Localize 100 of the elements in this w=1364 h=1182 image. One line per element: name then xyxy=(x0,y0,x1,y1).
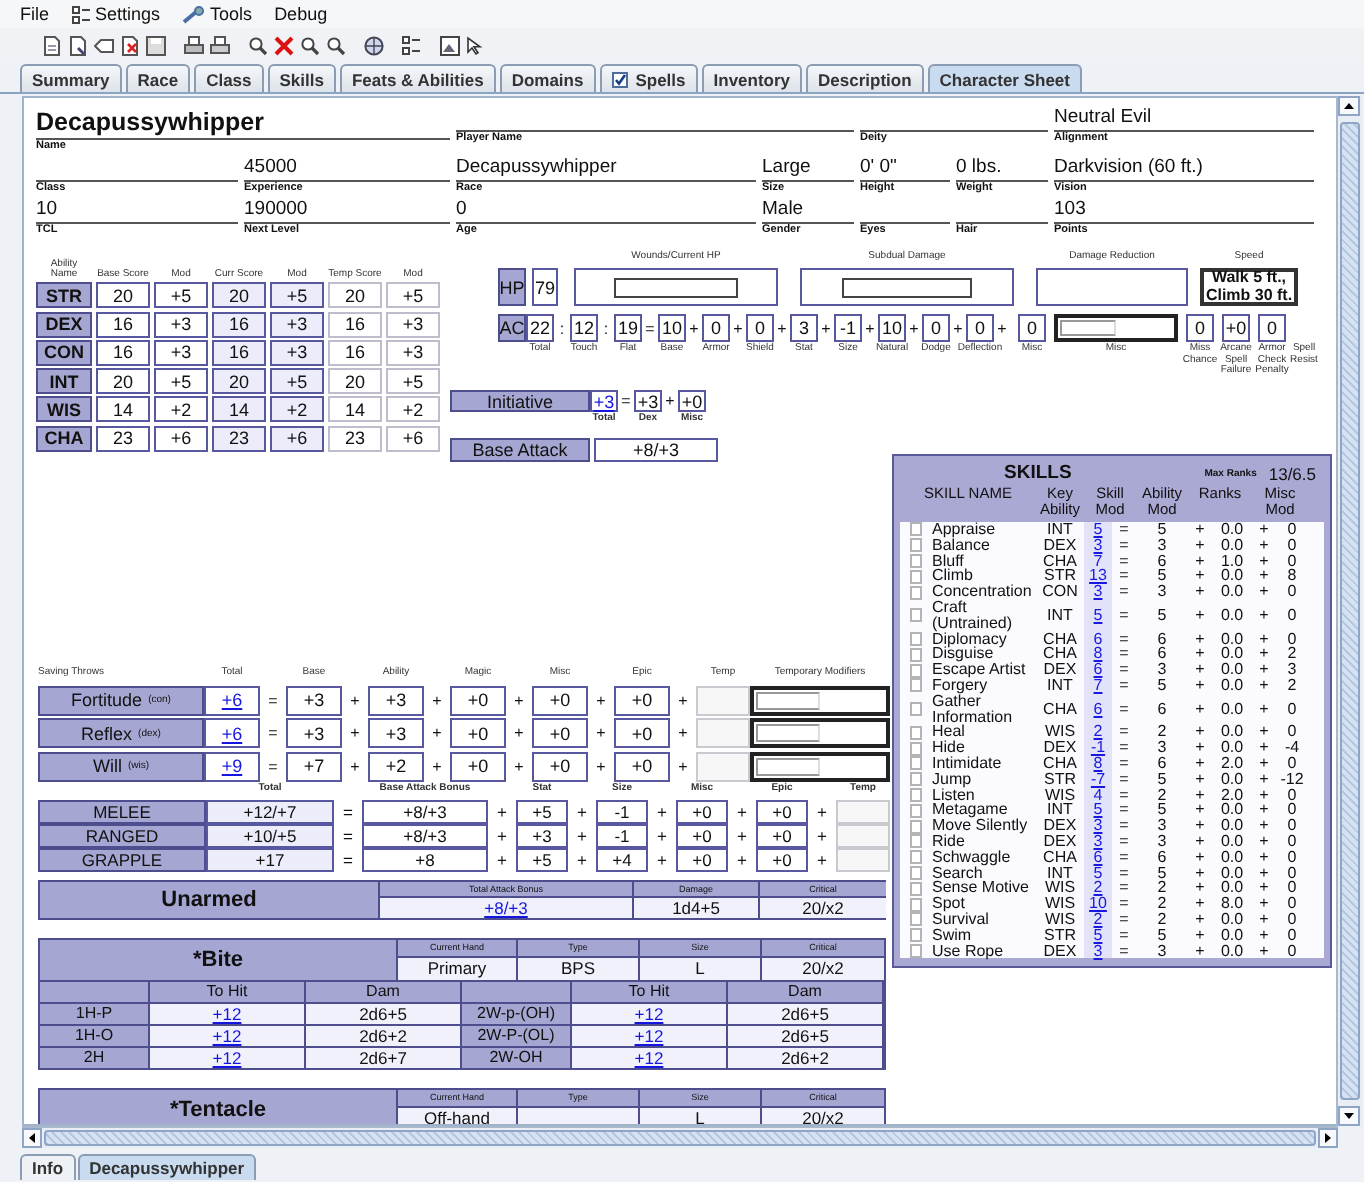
checkbox[interactable] xyxy=(910,881,922,896)
search-icon[interactable] xyxy=(248,35,268,55)
skill-mod-link[interactable]: 3 xyxy=(1084,584,1112,600)
to-hit-link[interactable]: +12 xyxy=(572,1003,726,1023)
skill-mod-link[interactable]: 8 xyxy=(1084,646,1112,663)
modifier-field[interactable] xyxy=(1054,314,1178,342)
document-icon[interactable] xyxy=(68,35,88,55)
checkbox[interactable] xyxy=(910,943,922,958)
temp-field[interactable] xyxy=(836,800,890,824)
tab[interactable]: Domains xyxy=(499,64,596,92)
checkbox[interactable] xyxy=(910,663,922,678)
scrollbar-thumb[interactable] xyxy=(44,1130,1316,1146)
skill-mod-link[interactable]: 2 xyxy=(1084,880,1112,897)
document-icon[interactable] xyxy=(42,35,62,55)
total-link[interactable]: +6 xyxy=(204,685,260,715)
checkbox[interactable] xyxy=(910,819,922,834)
printer-icon[interactable] xyxy=(210,35,230,55)
modifier-field[interactable] xyxy=(750,751,890,781)
checkbox[interactable] xyxy=(910,678,922,693)
skill-mod-link[interactable]: 3 xyxy=(1084,537,1112,554)
tab[interactable]: Character Sheet xyxy=(927,64,1082,92)
checkbox[interactable] xyxy=(910,850,922,865)
checkbox[interactable] xyxy=(910,725,922,740)
skill-mod-link[interactable]: 7 xyxy=(1084,553,1112,569)
skill-mod-link[interactable]: 3 xyxy=(1084,833,1112,850)
attack-bonus-link[interactable]: +8/+3 xyxy=(380,897,632,917)
total-link[interactable]: +6 xyxy=(204,718,260,748)
tab[interactable]: Summary xyxy=(20,64,122,92)
skill-mod-link[interactable]: 4 xyxy=(1084,787,1112,803)
temp-field[interactable] xyxy=(696,751,750,781)
tab[interactable]: Race xyxy=(125,64,191,92)
skill-mod-link[interactable]: -1 xyxy=(1084,740,1112,756)
to-hit-link[interactable]: +12 xyxy=(150,1047,304,1067)
checkbox[interactable] xyxy=(910,631,922,646)
close-icon[interactable] xyxy=(274,35,294,55)
skill-mod-link[interactable]: 5 xyxy=(1084,802,1112,819)
checkbox[interactable] xyxy=(910,834,922,849)
tab[interactable]: Decapussywhipper xyxy=(77,1154,257,1180)
search-icon[interactable] xyxy=(300,35,320,55)
checkbox[interactable] xyxy=(910,772,922,787)
tab[interactable]: Spells xyxy=(599,64,698,92)
pointer-icon[interactable] xyxy=(466,35,486,55)
tab[interactable]: Skills xyxy=(267,64,336,92)
checkbox[interactable] xyxy=(910,647,922,662)
tab[interactable]: Feats & Abilities xyxy=(339,64,496,92)
skill-mod-link[interactable]: 8 xyxy=(1084,755,1112,772)
tab[interactable]: Class xyxy=(194,64,264,92)
to-hit-link[interactable]: +12 xyxy=(572,1025,726,1045)
scroll-down-button[interactable] xyxy=(1338,1106,1360,1126)
menu-item[interactable]: Settings xyxy=(95,4,161,24)
to-hit-link[interactable]: +12 xyxy=(150,1003,304,1023)
checkbox[interactable] xyxy=(910,865,922,880)
to-hit-link[interactable]: +12 xyxy=(572,1047,726,1067)
list-icon[interactable] xyxy=(402,35,422,55)
skill-mod-link[interactable]: 5 xyxy=(1084,865,1112,881)
checkbox[interactable] xyxy=(910,928,922,943)
search-icon[interactable] xyxy=(326,35,346,55)
menu-item[interactable]: Debug xyxy=(274,4,328,24)
checkbox[interactable] xyxy=(910,756,922,771)
checkbox[interactable] xyxy=(910,702,922,717)
checkbox[interactable] xyxy=(910,585,922,600)
checkbox[interactable] xyxy=(910,897,922,912)
total-link[interactable]: +3 xyxy=(590,390,618,412)
tab[interactable]: Description xyxy=(806,64,924,92)
input-field[interactable] xyxy=(841,277,973,297)
skill-mod-link[interactable]: 2 xyxy=(1084,911,1112,928)
skill-mod-link[interactable]: 3 xyxy=(1084,818,1112,834)
menu-item[interactable]: File xyxy=(20,4,50,24)
skill-mod-link[interactable]: -7 xyxy=(1084,771,1112,788)
scroll-left-button[interactable] xyxy=(22,1128,42,1148)
skill-mod-link[interactable]: 6 xyxy=(1084,849,1112,866)
temp-field[interactable] xyxy=(696,718,750,748)
scroll-right-button[interactable] xyxy=(1318,1128,1338,1148)
skill-mod-link[interactable]: 6 xyxy=(1084,662,1112,678)
temp-field[interactable] xyxy=(836,824,890,848)
skill-mod-link[interactable]: 2 xyxy=(1084,724,1112,741)
skill-mod-link[interactable]: 10 xyxy=(1084,896,1112,912)
checkbox[interactable] xyxy=(910,912,922,927)
checkbox[interactable] xyxy=(910,538,922,553)
skill-mod-link[interactable]: 3 xyxy=(1084,943,1112,959)
checkbox[interactable] xyxy=(611,71,628,87)
modifier-field[interactable] xyxy=(750,685,890,715)
modifier-field[interactable] xyxy=(750,718,890,748)
to-hit-link[interactable]: +12 xyxy=(150,1025,304,1045)
skill-mod-link[interactable]: 7 xyxy=(1084,677,1112,694)
checkbox[interactable] xyxy=(910,787,922,802)
skill-mod-link[interactable]: 5 xyxy=(1084,599,1112,632)
checkbox[interactable] xyxy=(910,803,922,818)
checkbox[interactable] xyxy=(910,608,922,623)
total-link[interactable]: +9 xyxy=(204,751,260,781)
image-icon[interactable] xyxy=(440,35,460,55)
scrollbar-thumb[interactable] xyxy=(1340,122,1360,1100)
document-close-icon[interactable] xyxy=(120,35,140,55)
checkbox[interactable] xyxy=(910,553,922,568)
globe-icon[interactable] xyxy=(364,35,384,55)
tag-icon[interactable] xyxy=(94,35,114,55)
checkbox[interactable] xyxy=(910,569,922,584)
skill-mod-link[interactable]: 6 xyxy=(1084,693,1112,725)
skill-mod-link[interactable]: 13 xyxy=(1084,568,1112,585)
tab[interactable]: Inventory xyxy=(701,64,803,92)
